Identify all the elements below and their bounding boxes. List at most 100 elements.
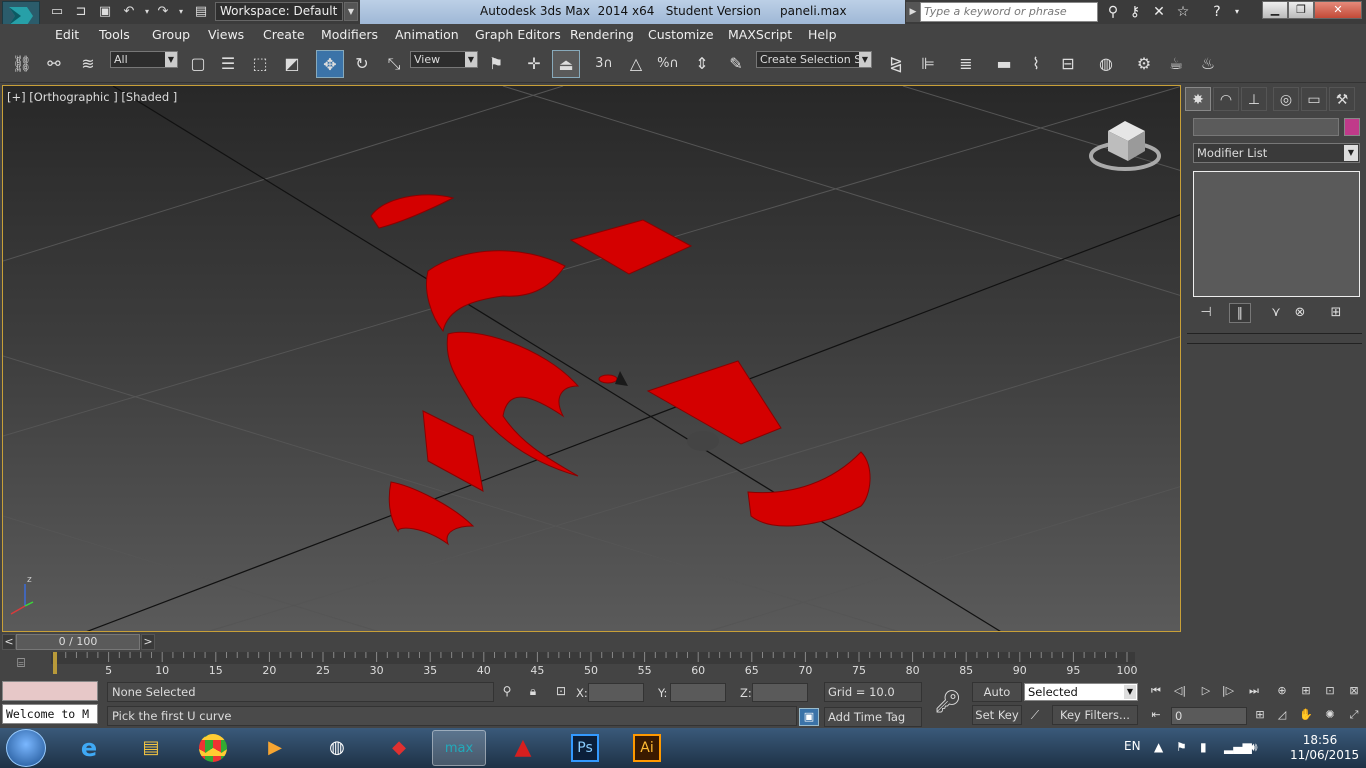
unlink-selection-icon[interactable]: ⚯ [40, 50, 68, 78]
y-coordinate-field[interactable] [670, 683, 726, 702]
modify-tab-icon[interactable]: ◠ [1213, 87, 1239, 111]
menu-help[interactable]: Help [808, 27, 837, 42]
default-tangent-icon[interactable]: ⟋ [1026, 708, 1044, 724]
time-configuration-icon[interactable]: ⊞ [1250, 708, 1270, 724]
modifier-stack[interactable] [1193, 171, 1360, 297]
close-button[interactable]: ✕ [1314, 1, 1362, 19]
favorites-star-icon[interactable]: ☆ [1172, 2, 1194, 22]
key-mode-toggle-icon[interactable]: ⇤ [1146, 708, 1166, 724]
menu-customize[interactable]: Customize [648, 27, 714, 42]
select-and-manipulate-icon[interactable]: ✛ [520, 50, 548, 78]
add-time-tag[interactable]: Add Time Tag [824, 707, 922, 727]
current-frame-marker[interactable] [53, 652, 57, 674]
minimize-button[interactable]: ▁ [1262, 1, 1288, 19]
hierarchy-tab-icon[interactable]: ⊥ [1241, 87, 1267, 111]
material-editor-icon[interactable]: ◍ [1092, 50, 1120, 78]
viewcube[interactable] [1089, 121, 1161, 171]
menu-edit[interactable]: Edit [55, 27, 79, 42]
modifier-list-dropdown[interactable]: Modifier List ▼ [1193, 143, 1360, 163]
select-and-scale-icon[interactable]: ⤡ [380, 50, 408, 78]
key-filters-button[interactable]: Key Filters... [1052, 705, 1138, 725]
render-production-icon[interactable]: ♨ [1194, 50, 1222, 78]
window-crossing-icon[interactable]: ◩ [278, 50, 306, 78]
key-mode-dropdown[interactable]: Selected ▼ [1024, 683, 1138, 701]
reference-coordinate-dropdown[interactable]: View ▼ [410, 51, 478, 68]
illustrator-icon[interactable]: Ai [620, 730, 674, 766]
show-end-result-icon[interactable]: ∥ [1229, 303, 1251, 323]
menu-graph-editors[interactable]: Graph Editors [475, 27, 561, 42]
maxscript-listener-box[interactable] [2, 681, 98, 701]
current-frame-field[interactable]: 0 [1171, 707, 1247, 725]
network-icon[interactable]: ▂▄▆ [1224, 740, 1252, 754]
spinner-snap-icon[interactable]: ⇕ [688, 50, 716, 78]
x-coordinate-field[interactable] [588, 683, 644, 702]
viewport-label[interactable]: [+] [Orthographic ] [Shaded ] [7, 90, 177, 104]
menu-group[interactable]: Group [152, 27, 190, 42]
named-selection-sets-dropdown[interactable]: Create Selection Se ▼ [756, 51, 872, 68]
field-of-view-icon[interactable]: ◿ [1272, 708, 1292, 724]
auto-key-button[interactable]: Auto Key [972, 682, 1022, 717]
layer-manager-icon[interactable]: ≣ [952, 50, 980, 78]
zoom-icon[interactable]: ⊕ [1272, 684, 1292, 700]
project-folder-icon[interactable]: ▤ [192, 3, 210, 20]
time-slider-thumb[interactable]: 0 / 100 [16, 634, 140, 650]
zoom-extents-all-icon[interactable]: ⊠ [1344, 684, 1364, 700]
help-icon[interactable]: ? [1206, 2, 1228, 22]
menu-modifiers[interactable]: Modifiers [321, 27, 378, 42]
motion-tab-icon[interactable]: ◎ [1273, 87, 1299, 111]
power-icon[interactable]: ▮ [1200, 740, 1207, 754]
z-coordinate-field[interactable] [752, 683, 808, 702]
rendered-frame-window-icon[interactable]: ☕ [1162, 50, 1190, 78]
help-dropdown-icon[interactable]: ▾ [1226, 2, 1248, 22]
search-expand-icon[interactable]: ▶ [906, 2, 920, 22]
chrome-icon[interactable] [186, 730, 240, 766]
graphite-ribbon-icon[interactable]: ▬ [990, 50, 1018, 78]
system-clock[interactable]: 18:56 11/06/2015 [1290, 733, 1359, 763]
bind-to-space-warp-icon[interactable]: ≋ [74, 50, 102, 78]
select-and-move-icon[interactable]: ✥ [316, 50, 344, 78]
menu-create[interactable]: Create [263, 27, 305, 42]
set-key-button[interactable]: Set Key [972, 705, 1022, 725]
render-setup-icon[interactable]: ⚙ [1130, 50, 1158, 78]
tools-x-icon[interactable]: ✕ [1148, 2, 1170, 22]
show-hidden-icons-icon[interactable]: ▲ [1154, 740, 1163, 754]
redo-dropdown-icon[interactable]: ▾ [172, 3, 190, 20]
keyboard-shortcut-override-icon[interactable]: ⏏ [552, 50, 580, 78]
zoom-extents-icon[interactable]: ⊡ [1320, 684, 1340, 700]
percent-snap-icon[interactable]: %∩ [654, 50, 682, 78]
zoom-all-icon[interactable]: ⊞ [1296, 684, 1316, 700]
language-indicator[interactable]: EN [1124, 739, 1141, 753]
redo-icon[interactable]: ↷ [154, 3, 172, 20]
isolate-selection-icon[interactable]: ⚲ [498, 684, 516, 700]
next-key-icon[interactable]: |▷ [1218, 684, 1238, 700]
undo-icon[interactable]: ↶ [120, 3, 138, 20]
3dsmax-icon[interactable]: max [432, 730, 486, 766]
edit-named-selection-icon[interactable]: ✎ [722, 50, 750, 78]
select-and-rotate-icon[interactable]: ↻ [348, 50, 376, 78]
set-keys-key-icon[interactable]: 🔑︎ [928, 690, 968, 716]
media-player-icon[interactable]: ▶ [248, 730, 302, 766]
action-center-icon[interactable]: ⚑ [1176, 740, 1187, 754]
new-file-icon[interactable]: ▭ [48, 3, 66, 20]
absolute-mode-transform-icon[interactable]: ⊡ [552, 684, 570, 700]
schematic-view-icon[interactable]: ⊟ [1054, 50, 1082, 78]
object-name-field[interactable] [1193, 118, 1339, 136]
photoshop-icon[interactable]: Ps [558, 730, 612, 766]
maximize-button[interactable]: ❐ [1288, 1, 1314, 19]
explorer-icon[interactable]: ▤ [124, 730, 178, 766]
select-by-name-icon[interactable]: ☰ [214, 50, 242, 78]
track-bar[interactable]: ⌸ 5 10 15 20 25 30 35 40 45 50 55 60 65 70 75 80 85 90 95 1… [0, 652, 1183, 678]
go-to-end-icon[interactable]: ⏭ [1244, 684, 1264, 700]
play-icon[interactable]: ▷ [1196, 684, 1216, 700]
remove-modifier-icon[interactable]: ⊗ [1289, 303, 1311, 323]
next-frame-button[interactable]: > [141, 634, 155, 650]
object-color-swatch[interactable] [1344, 118, 1360, 136]
mirror-icon[interactable]: ⧎ [882, 50, 910, 78]
previous-frame-button[interactable]: < [2, 634, 16, 650]
select-and-link-icon[interactable]: ⛓ [8, 50, 36, 78]
volume-icon[interactable]: 🔊︎ [1250, 740, 1258, 755]
workspace-dropdown-arrow-icon[interactable]: ▼ [344, 2, 358, 21]
snaps-toggle-icon[interactable]: 3∩ [590, 50, 618, 78]
start-button[interactable] [6, 729, 46, 767]
selection-filter-dropdown[interactable]: All ▼ [110, 51, 178, 68]
